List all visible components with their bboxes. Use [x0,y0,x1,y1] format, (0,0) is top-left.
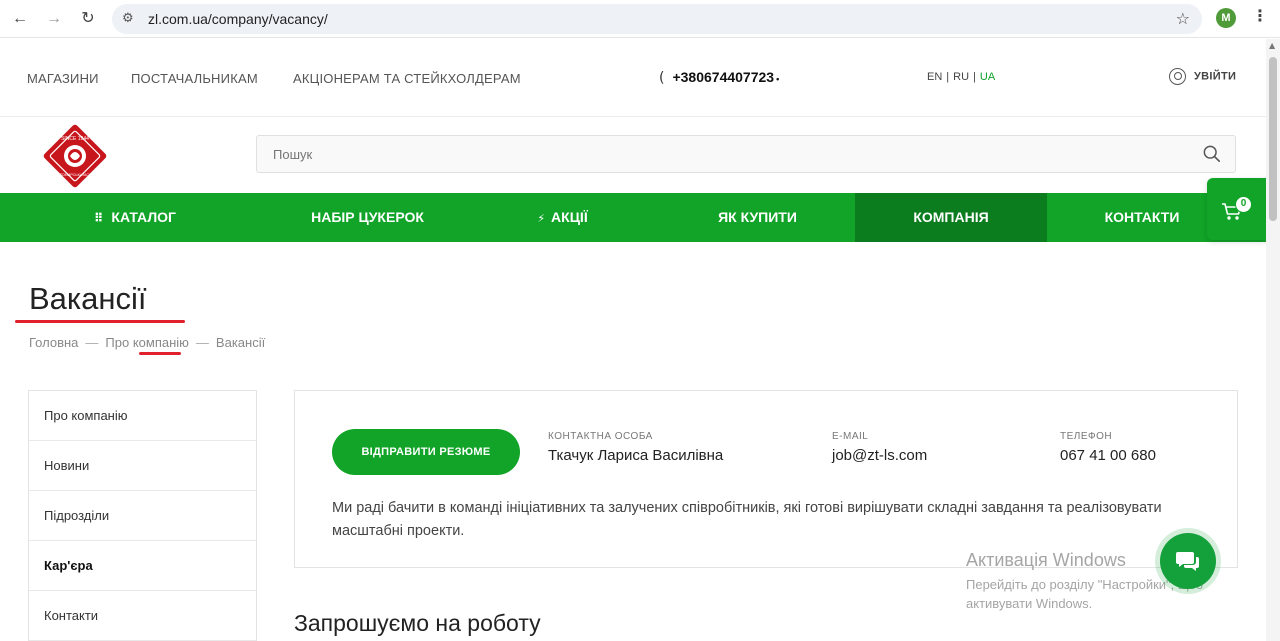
lang-separator: | [946,71,950,83]
user-icon [1169,68,1186,85]
site-logo[interactable]: SINCE 1944 ЖИТОМИРСЬКІ ЛАСОЩІ [39,120,111,192]
watermark-line-3: активувати Windows. [966,596,1093,611]
lang-separator: | [973,71,976,83]
lang-en[interactable]: EN [927,71,942,83]
main-navigation: ⠿ КАТАЛОГ НАБІР ЦУКЕРОК ⚡ АКЦІЇ ЯК КУПИТИ … [0,193,1266,242]
back-arrow-icon[interactable]: ← [9,8,31,30]
browser-toolbar: ← → ↻ ⚙ zl.com.ua/company/vacancy/ ☆ M ⋮ [0,0,1280,38]
forward-arrow-icon[interactable]: → [43,8,65,30]
browser-menu-icon[interactable]: ⋮ [1252,6,1268,25]
top-info-bar: МАГАЗИНИ ПОСТАЧАЛЬНИКАМ АКЦІОНЕРАМ ТА СТ… [0,39,1266,117]
sidebar-item-career[interactable]: Кар'єра [29,541,256,591]
sidebar-item-about[interactable]: Про компанію [29,391,256,441]
scrollbar-thumb[interactable] [1269,57,1277,221]
search-input[interactable] [257,136,1157,172]
url-text[interactable]: zl.com.ua/company/vacancy/ [148,11,328,27]
section-title: Запрошуємо на роботу [294,610,541,636]
breadcrumb-separator: — [85,335,99,350]
cart-count-badge: 0 [1235,196,1252,213]
annotation-underline-breadcrumb [139,352,181,355]
cart-button[interactable]: 0 [1207,178,1266,240]
page-scrollbar[interactable]: ▲ [1266,39,1280,641]
send-resume-button[interactable]: ВІДПРАВИТИ РЕЗЮМЕ [332,429,520,475]
vacancy-intro-text: Ми раді бачити в команді ініціативних та… [332,500,1162,539]
nav-candy-set[interactable]: НАБІР ЦУКЕРОК [270,193,465,242]
top-link-stores[interactable]: МАГАЗИНИ [27,71,99,86]
search-icon[interactable] [1203,145,1221,163]
chat-icon [1176,552,1199,571]
nav-catalog-label: КАТАЛОГ [111,209,176,225]
nav-promotions[interactable]: ⚡ АКЦІЇ [465,193,660,242]
top-link-suppliers[interactable]: ПОСТАЧАЛЬНИКАМ [131,71,258,86]
nav-how-to-buy[interactable]: ЯК КУПИТИ [660,193,855,242]
phone-icon: ( [659,70,665,86]
company-sidebar: Про компанію Новини Підрозділи Кар'єра К… [28,390,257,641]
annotation-underline-title [15,320,185,323]
breadcrumb-current: Вакансії [215,335,266,350]
contact-person-label: КОНТАКТНА ОСОБА [548,431,653,442]
language-switcher: EN | RU | UA [927,71,995,83]
lang-ru[interactable]: RU [953,71,969,83]
chat-widget-button[interactable] [1160,533,1216,589]
login-button[interactable]: УВІЙТИ [1169,68,1236,85]
site-settings-icon[interactable]: ⚙ [122,11,134,26]
header-phone[interactable]: ( +380674407723 • [659,69,779,86]
vacancy-contact-card: ВІДПРАВИТИ РЕЗЮМЕ КОНТАКТНА ОСОБА Ткачук… [294,390,1238,568]
nav-catalog[interactable]: ⠿ КАТАЛОГ [0,193,270,242]
bookmark-star-icon[interactable]: ☆ [1176,9,1190,28]
address-bar[interactable]: ⚙ zl.com.ua/company/vacancy/ ☆ [112,4,1202,34]
nav-company[interactable]: КОМПАНІЯ [855,193,1047,242]
phone-link[interactable]: 067 41 00 680 [1060,447,1156,464]
phone-label: ТЕЛЕФОН [1060,431,1113,442]
reload-icon[interactable]: ↻ [77,8,99,30]
lang-ua[interactable]: UA [980,71,995,83]
search-bar [256,135,1236,173]
lightning-icon: ⚡ [537,212,546,225]
header-phone-number[interactable]: +380674407723 [672,69,774,85]
breadcrumb-home[interactable]: Головна [29,335,78,350]
grid-icon: ⠿ [94,211,104,225]
phone-dropdown-icon[interactable]: • [776,74,779,84]
logo-since-text: SINCE 1944 [61,136,89,142]
sidebar-item-news[interactable]: Новини [29,441,256,491]
breadcrumb: Головна — Про компанію — Вакансії [29,335,265,350]
page-title: Вакансії [29,281,147,316]
sidebar-item-divisions[interactable]: Підрозділи [29,491,256,541]
logo-brand-text: ЖИТОМИРСЬКІ ЛАСОЩІ [54,173,96,177]
sidebar-item-contacts[interactable]: Контакти [29,591,256,641]
email-link[interactable]: job@zt-ls.com [832,447,927,464]
contact-person-name: Ткачук Лариса Василівна [548,447,724,464]
breadcrumb-about[interactable]: Про компанію [105,335,189,350]
login-label: УВІЙТИ [1194,70,1237,83]
profile-avatar[interactable]: M [1216,8,1236,28]
breadcrumb-separator: — [195,335,209,350]
email-label: E-MAIL [832,431,869,442]
nav-promotions-label: АКЦІЇ [551,209,588,225]
scroll-up-icon[interactable]: ▲ [1269,41,1275,50]
top-link-shareholders[interactable]: АКЦІОНЕРАМ ТА СТЕЙКХОЛДЕРАМ [293,71,521,86]
logo-emblem: SINCE 1944 ЖИТОМИРСЬКІ ЛАСОЩІ [43,124,107,188]
